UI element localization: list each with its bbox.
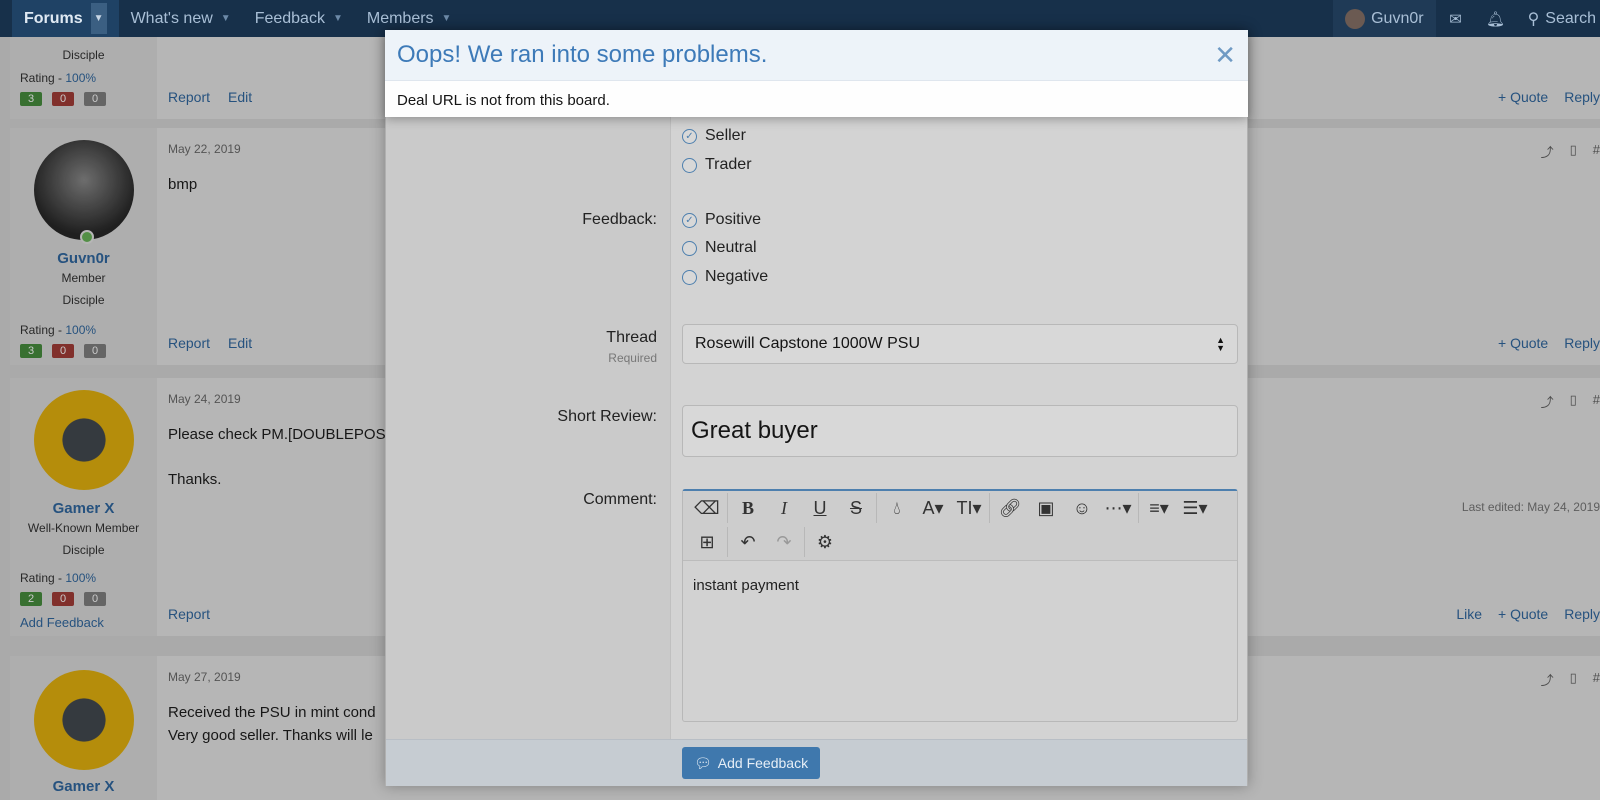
tab-forums-label: Forums (24, 9, 83, 27)
search-label: Search (1545, 9, 1596, 27)
tab-members-label: Members (366, 9, 434, 27)
radio-unchecked-icon (682, 269, 697, 285)
tab-whats-new[interactable]: What's new ▼ (119, 0, 243, 37)
eraser-icon[interactable]: ⌫ (689, 493, 725, 523)
inbox-icon[interactable]: ✉ (1436, 0, 1476, 37)
list-icon[interactable]: ☰▾ (1177, 493, 1213, 523)
thread-select-value: Rosewill Capstone 1000W PSU (695, 335, 920, 352)
thread-select[interactable]: Rosewill Capstone 1000W PSU ▲ ▼ (682, 324, 1238, 364)
form-label-column (386, 31, 671, 739)
radio-label: Positive (705, 211, 762, 228)
select-arrows-icon: ▲ ▼ (1216, 335, 1225, 353)
chevron-down-icon[interactable]: ▼ (90, 3, 107, 34)
dialog-footer: 💬︎ Add Feedback (386, 739, 1247, 786)
feedback-option-positive[interactable]: ✓ Positive (682, 211, 761, 229)
comment-editor-body[interactable]: instant payment (683, 561, 1237, 610)
chevron-down-icon[interactable]: ▼ (442, 13, 452, 24)
search-button[interactable]: ⚲ Search (1516, 9, 1600, 29)
radio-checked-icon: ✓ (682, 212, 697, 228)
avatar (1345, 8, 1366, 29)
smiley-icon[interactable]: ☺ (1064, 493, 1100, 523)
error-dialog: Oops! We ran into some problems. ✕ Deal … (385, 30, 1248, 117)
radio-label: Seller (705, 127, 746, 144)
italic-icon[interactable]: I (766, 493, 802, 523)
tab-whats-new-label: What's new (130, 9, 213, 27)
undo-icon[interactable]: ↶ (730, 527, 766, 557)
nav-right-group: Guvn0r ✉ 🔔︎ ⚲ Search (1333, 0, 1600, 37)
font-size-icon[interactable]: TI▾ (951, 493, 987, 523)
radio-label: Neutral (705, 239, 757, 256)
error-dialog-header: Oops! We ran into some problems. ✕ (385, 30, 1248, 81)
chevron-down-icon[interactable]: ▼ (221, 13, 231, 24)
bell-icon[interactable]: 🔔︎ (1476, 0, 1516, 37)
account-menu[interactable]: Guvn0r (1333, 0, 1436, 37)
radio-checked-icon: ✓ (682, 128, 697, 144)
role-option-seller[interactable]: ✓ Seller (682, 127, 746, 145)
table-icon[interactable]: ⊞ (689, 527, 725, 557)
comments-icon: 💬︎ (694, 754, 712, 771)
chevron-down-icon[interactable]: ▼ (333, 13, 343, 24)
error-title: Oops! We ran into some problems. (397, 41, 768, 68)
add-feedback-button[interactable]: 💬︎ Add Feedback (682, 747, 821, 779)
feedback-option-negative[interactable]: Negative (682, 268, 768, 286)
tab-feedback-label: Feedback (254, 9, 325, 27)
comment-label: Comment: (583, 491, 657, 508)
short-review-label: Short Review: (557, 408, 657, 425)
underline-icon[interactable]: U (802, 493, 838, 523)
short-review-input[interactable]: Great buyer (682, 405, 1238, 457)
error-message: Deal URL is not from this board. (397, 92, 610, 109)
redo-icon[interactable]: ↷ (766, 527, 802, 557)
radio-unchecked-icon (682, 157, 697, 173)
add-feedback-button-label: Add Feedback (717, 755, 809, 771)
comment-editor: ⌫ B I U S 💧︎ A▾ TI▾ 🔗︎ ▣ ☺ ⋯▾ ≡▾ ☰▾ ⊞ ↶ … (682, 489, 1238, 722)
radio-label: Trader (705, 156, 752, 173)
close-icon[interactable]: ✕ (1214, 42, 1236, 68)
editor-toolbar: ⌫ B I U S 💧︎ A▾ TI▾ 🔗︎ ▣ ☺ ⋯▾ ≡▾ ☰▾ ⊞ ↶ … (683, 491, 1237, 561)
gear-icon[interactable]: ⚙ (807, 527, 843, 557)
text-color-icon[interactable]: 💧︎ (879, 493, 915, 523)
bold-icon[interactable]: B (730, 493, 766, 523)
search-icon: ⚲ (1527, 10, 1540, 28)
feedback-option-neutral[interactable]: Neutral (682, 239, 757, 257)
strikethrough-icon[interactable]: S (838, 493, 874, 523)
image-icon[interactable]: ▣ (1028, 493, 1064, 523)
account-username: Guvn0r (1371, 9, 1424, 27)
add-feedback-dialog: ✓ Seller Trader Feedback: ✓ Positive Neu… (385, 30, 1248, 786)
feedback-label: Feedback: (582, 211, 657, 228)
radio-label: Negative (705, 268, 769, 285)
thread-required-hint: Required (608, 351, 657, 365)
link-icon[interactable]: 🔗︎ (992, 493, 1028, 523)
align-icon[interactable]: ≡▾ (1141, 493, 1177, 523)
radio-unchecked-icon (682, 240, 697, 256)
tab-feedback[interactable]: Feedback ▼ (243, 0, 355, 37)
font-family-icon[interactable]: A▾ (915, 493, 951, 523)
role-option-trader[interactable]: Trader (682, 156, 752, 174)
thread-label: Thread (606, 329, 657, 346)
tab-forums[interactable]: Forums ▼ (12, 0, 119, 37)
more-options-icon[interactable]: ⋯▾ (1100, 493, 1136, 523)
